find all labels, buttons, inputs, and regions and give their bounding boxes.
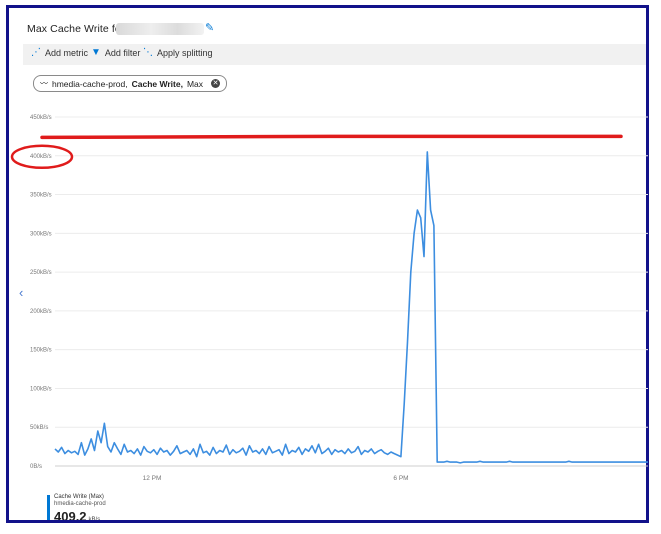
y-tick-label: 150kB/s bbox=[30, 348, 52, 354]
line-chart: 450kB/s 400kB/s 350kB/s 300kB/s 250kB/s 200kB… bbox=[10, 115, 648, 482]
y-tick-label: 100kB/s bbox=[30, 386, 52, 392]
y-tick-label: 300kB/s bbox=[30, 231, 52, 237]
y-tick-label: 400kB/s bbox=[30, 154, 52, 160]
x-tick-label: 6 PM bbox=[393, 475, 408, 482]
y-tick-label: 350kB/s bbox=[30, 193, 52, 199]
y-tick-label: 200kB/s bbox=[30, 309, 52, 315]
y-tick-label: 50kB/s bbox=[30, 425, 48, 431]
series-line bbox=[54, 151, 648, 464]
y-tick-label: 250kB/s bbox=[30, 270, 52, 276]
y-tick-label: 450kB/s bbox=[30, 115, 52, 121]
x-tick-label: 12 PM bbox=[143, 475, 162, 482]
red-threshold-line bbox=[40, 134, 623, 140]
y-tick-label: 0B/s bbox=[30, 464, 42, 470]
